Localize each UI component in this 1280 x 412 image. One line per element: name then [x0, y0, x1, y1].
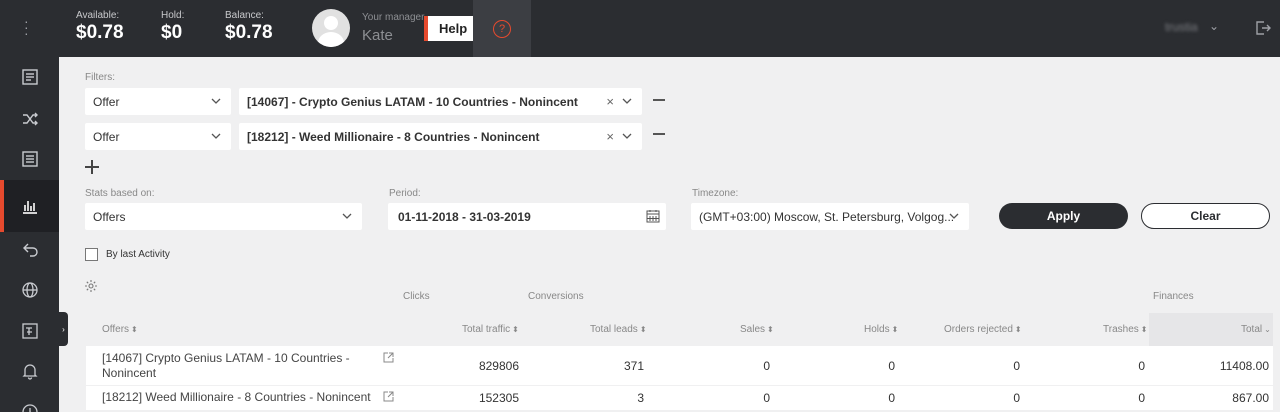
chevron-down-icon	[622, 98, 632, 104]
stats-based-value: Offers	[93, 209, 126, 224]
bell-icon[interactable]	[0, 351, 59, 391]
history-icon[interactable]	[0, 392, 59, 412]
clear-icon[interactable]: ×	[606, 94, 614, 109]
sales: 0	[763, 359, 770, 373]
available-label: Available:	[76, 10, 120, 21]
chevron-down-icon	[211, 98, 221, 104]
clear-button[interactable]: Clear	[1141, 203, 1270, 229]
sales: 0	[763, 391, 770, 405]
reply-icon[interactable]	[0, 229, 59, 269]
col-total-traffic[interactable]: Total traffic ⬍	[462, 324, 519, 335]
sidebar: · · ·	[0, 0, 59, 412]
stats-based-select[interactable]: Offers	[85, 203, 362, 230]
holds: 0	[888, 391, 895, 405]
total-traffic: 829806	[478, 359, 519, 373]
trashes: 0	[1138, 359, 1145, 373]
filter-value: [14067] - Crypto Genius LATAM - 10 Count…	[247, 94, 578, 109]
manager-info: Your manager Kate	[362, 12, 424, 44]
period-label: Period:	[389, 188, 421, 199]
orders-rejected: 0	[1013, 359, 1020, 373]
table-row: [18212] Weed Millionaire - 8 Countries -…	[86, 386, 1273, 410]
external-link-icon[interactable]	[383, 352, 394, 363]
filter-value-select-2[interactable]: [18212] - Weed Millionaire - 8 Countries…	[239, 123, 642, 150]
col-total-leads[interactable]: Total leads ⬍	[590, 324, 647, 335]
stats-based-label: Stats based on:	[85, 188, 155, 199]
period-value: 01-11-2018 - 31-03-2019	[398, 209, 531, 224]
question-icon: ?	[493, 19, 511, 38]
manager-name: Kate	[362, 27, 393, 44]
manager-label: Your manager	[362, 12, 425, 23]
total-leads: 371	[623, 359, 644, 373]
balance-value: $0.78	[225, 22, 273, 43]
available-value: $0.78	[76, 22, 124, 43]
offer-name: [14067] Crypto Genius LATAM - 10 Countri…	[102, 351, 350, 380]
shuffle-icon[interactable]	[0, 99, 59, 139]
table-row: [14067] Crypto Genius LATAM - 10 Countri…	[86, 346, 1273, 385]
filter-value: [18212] - Weed Millionaire - 8 Countries…	[247, 129, 540, 144]
balance-stat: Balance: $0.78	[225, 10, 273, 44]
translate-icon[interactable]	[0, 311, 59, 351]
clear-icon[interactable]: ×	[606, 129, 614, 144]
external-link-icon[interactable]	[383, 391, 394, 402]
col-sales[interactable]: Sales ⬍	[740, 324, 774, 335]
balance-label: Balance:	[225, 10, 264, 21]
topbar: Available: $0.78 Hold: $0 Balance: $0.78…	[59, 0, 1280, 57]
period-input[interactable]: 01-11-2018 - 31-03-2019	[388, 203, 666, 230]
chevron-down-icon	[622, 133, 632, 139]
chevron-down-icon	[211, 133, 221, 139]
group-finances: Finances	[1153, 291, 1194, 302]
add-filter-button[interactable]	[85, 160, 99, 174]
total: 867.00	[1232, 391, 1269, 405]
user-menu[interactable]: trustia	[1165, 20, 1198, 34]
filter-type-select-2[interactable]: Offer	[85, 123, 231, 150]
group-clicks: Clicks	[403, 291, 430, 302]
holds: 0	[888, 359, 895, 373]
more-vertical-icon[interactable]: · · ·	[24, 14, 29, 40]
col-holds[interactable]: Holds ⬍	[864, 324, 898, 335]
remove-filter-button[interactable]	[653, 99, 665, 101]
calendar-icon[interactable]	[646, 209, 660, 223]
filter-type-select-1[interactable]: Offer	[85, 88, 231, 115]
trashes: 0	[1138, 391, 1145, 405]
orders-rejected: 0	[1013, 391, 1020, 405]
help-button[interactable]: ?	[473, 0, 531, 57]
hold-value: $0	[161, 22, 183, 43]
remove-filter-button[interactable]	[653, 133, 665, 135]
chevron-down-icon	[949, 213, 959, 219]
logout-icon[interactable]	[1254, 19, 1272, 37]
help-tooltip: Help	[424, 16, 485, 41]
chevron-down-icon	[342, 213, 352, 219]
apply-button[interactable]: Apply	[999, 203, 1128, 229]
globe-icon[interactable]	[0, 270, 59, 310]
timezone-value: (GMT+03:00) Moscow, St. Petersburg, Volg…	[699, 209, 955, 224]
filter-type-value: Offer	[93, 129, 120, 144]
timezone-label: Timezone:	[692, 188, 739, 199]
total-traffic: 152305	[478, 391, 519, 405]
list-icon[interactable]	[0, 139, 59, 179]
chevron-down-icon[interactable]: ⌄	[1209, 19, 1219, 33]
offer-name: [18212] Weed Millionaire - 8 Countries -…	[102, 390, 371, 404]
hold-stat: Hold: $0	[161, 10, 184, 44]
total: 11408.00	[1219, 359, 1269, 373]
col-trashes[interactable]: Trashes ⬍	[1103, 324, 1147, 335]
filter-value-select-1[interactable]: [14067] - Crypto Genius LATAM - 10 Count…	[239, 88, 642, 115]
by-last-activity-checkbox[interactable]	[85, 248, 98, 261]
by-last-activity-label: By last Activity	[106, 249, 170, 260]
available-stat: Available: $0.78	[76, 10, 124, 44]
group-conversions: Conversions	[528, 291, 584, 302]
manager-avatar	[312, 9, 350, 47]
statistics-icon[interactable]	[0, 180, 59, 232]
total-leads: 3	[637, 391, 644, 405]
col-offers[interactable]: Offers ⬍	[102, 324, 138, 335]
filter-type-value: Offer	[93, 94, 120, 109]
col-orders-rejected[interactable]: Orders rejected ⬍	[944, 324, 1022, 335]
col-total[interactable]: Total ⌄	[1241, 324, 1271, 335]
timezone-select[interactable]: (GMT+03:00) Moscow, St. Petersburg, Volg…	[691, 203, 969, 230]
gear-icon[interactable]	[84, 279, 98, 293]
filters-label: Filters:	[85, 72, 115, 83]
dashboard-icon[interactable]	[0, 57, 59, 97]
hold-label: Hold:	[161, 10, 185, 21]
sidebar-collapse-button[interactable]: ›	[59, 312, 68, 346]
